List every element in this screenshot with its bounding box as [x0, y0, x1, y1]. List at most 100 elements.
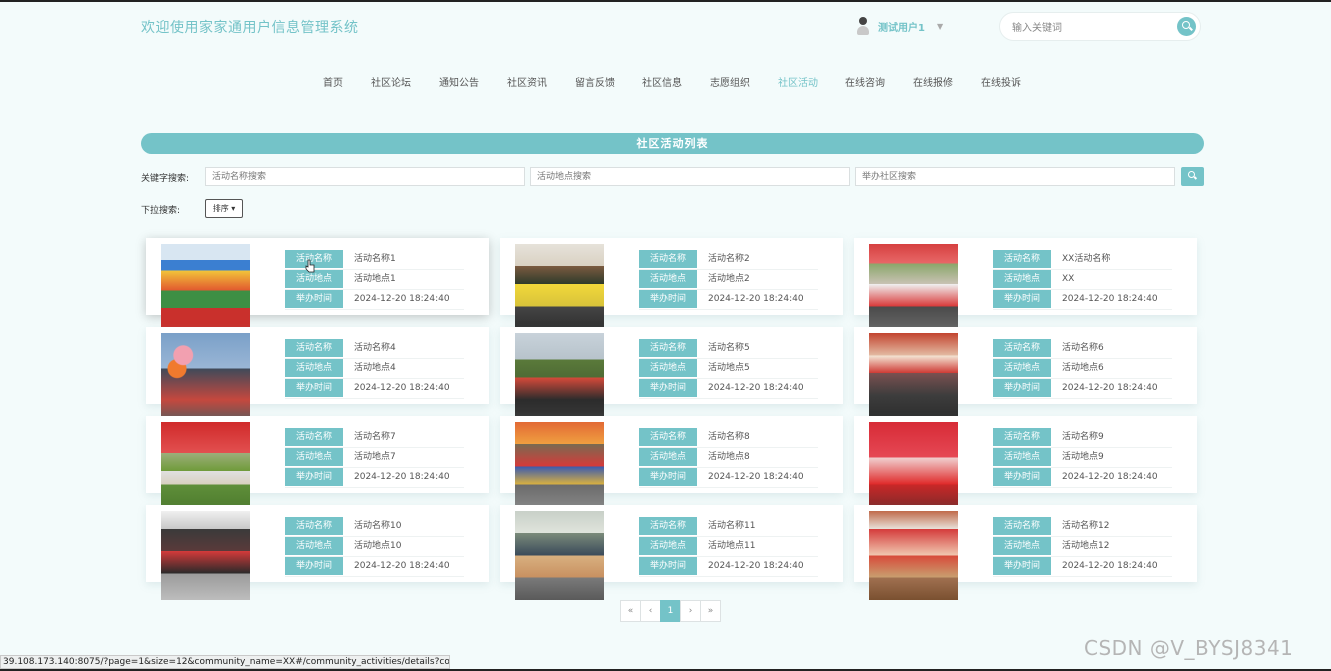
activity-name-row: 活动名称 活动名称10 [285, 517, 464, 537]
nav-item-repair[interactable]: 在线报修 [913, 74, 953, 89]
activity-photo[interactable] [161, 511, 250, 600]
activity-time-row: 举办时间 2024-12-20 18:24:40 [993, 557, 1172, 577]
activity-name-value: 活动名称6 [1062, 343, 1104, 353]
activity-time-row: 举办时间 2024-12-20 18:24:40 [639, 290, 818, 310]
sort-dropdown-label: 排序 [212, 204, 229, 213]
page-next-button[interactable]: › [680, 600, 701, 622]
activity-name-row: 活动名称 活动名称2 [639, 250, 818, 270]
activity-place-value: 活动地点7 [354, 452, 396, 462]
activity-place-label: 活动地点 [639, 448, 697, 466]
activity-place-value: 活动地点5 [708, 363, 750, 373]
top-search-button[interactable] [1177, 17, 1196, 36]
activity-name-search-input[interactable] [205, 167, 525, 186]
activity-time-row: 举办时间 2024-12-20 18:24:40 [639, 557, 818, 577]
activity-time-row: 举办时间 2024-12-20 18:24:40 [639, 468, 818, 488]
activity-time-value: 2024-12-20 18:24:40 [354, 561, 450, 571]
activity-name-label: 活动名称 [639, 428, 697, 446]
page-current-button[interactable]: 1 [660, 600, 681, 622]
activity-time-row: 举办时间 2024-12-20 18:24:40 [993, 379, 1172, 399]
activity-place-value: 活动地点11 [708, 541, 756, 551]
activity-info: 活动名称 XX活动名称 活动地点 XX 举办时间 2024-12-20 18:24:40 [993, 250, 1172, 310]
activity-card[interactable]: 活动名称 活动名称9 活动地点 活动地点9 举办时间 2024-12-20 18:24:4… [854, 416, 1197, 511]
user-avatar-icon [854, 16, 872, 36]
activity-place-label: 活动地点 [639, 537, 697, 555]
activity-photo[interactable] [515, 333, 604, 422]
page-first-button[interactable]: « [620, 600, 641, 622]
activity-photo[interactable] [515, 422, 604, 511]
activity-card[interactable]: 活动名称 活动名称12 活动地点 活动地点12 举办时间 2024-12-20 18:24… [854, 505, 1197, 600]
activity-card[interactable]: 活动名称 活动名称11 活动地点 活动地点11 举办时间 2024-12-20 18:24… [500, 505, 843, 600]
activity-place-search-input[interactable] [530, 167, 850, 186]
activity-place-value: 活动地点1 [354, 274, 396, 284]
activity-name-row: 活动名称 活动名称9 [993, 428, 1172, 448]
activity-card[interactable]: 活动名称 XX活动名称 活动地点 XX 举办时间 2024-12-20 18:24:40 [854, 238, 1197, 333]
nav-item-complaint[interactable]: 在线投诉 [981, 74, 1021, 89]
activity-place-value: 活动地点10 [354, 541, 402, 551]
dropdown-search-label: 下拉搜索: [141, 206, 181, 216]
page-prev-button[interactable]: ‹ [640, 600, 661, 622]
watermark: CSDN @V_BYSJ8341 [1084, 636, 1294, 660]
sort-dropdown[interactable]: 排序 ▾ [205, 199, 243, 218]
activity-name-row: 活动名称 活动名称8 [639, 428, 818, 448]
activity-name-value: 活动名称2 [708, 254, 750, 264]
activity-info: 活动名称 活动名称12 活动地点 活动地点12 举办时间 2024-12-20 18:24… [993, 517, 1172, 577]
search-icon [1182, 21, 1190, 29]
activity-card[interactable]: 活动名称 活动名称1 活动地点 活动地点1 举办时间 2024-12-20 18:24:4… [146, 238, 489, 333]
activity-photo[interactable] [161, 244, 250, 333]
page-last-button[interactable]: » [700, 600, 721, 622]
activity-time-value: 2024-12-20 18:24:40 [708, 294, 804, 304]
nav-item-news[interactable]: 社区资讯 [507, 74, 547, 89]
activity-photo[interactable] [869, 511, 958, 600]
activity-card[interactable]: 活动名称 活动名称5 活动地点 活动地点5 举办时间 2024-12-20 18:24:4… [500, 327, 843, 422]
nav-item-consult[interactable]: 在线咨询 [845, 74, 885, 89]
activity-name-value: 活动名称11 [708, 521, 756, 531]
activity-card[interactable]: 活动名称 活动名称2 活动地点 活动地点2 举办时间 2024-12-20 18:24:4… [500, 238, 843, 333]
activity-photo[interactable] [869, 244, 958, 333]
nav-item-volunteer[interactable]: 志愿组织 [710, 74, 750, 89]
activity-card[interactable]: 活动名称 活动名称7 活动地点 活动地点7 举办时间 2024-12-20 18:24:4… [146, 416, 489, 511]
activity-place-row: 活动地点 活动地点12 [993, 537, 1172, 557]
activity-card[interactable]: 活动名称 活动名称10 活动地点 活动地点10 举办时间 2024-12-20 18:24… [146, 505, 489, 600]
nav-item-notice[interactable]: 通知公告 [439, 74, 479, 89]
section-title: 社区活动列表 [141, 133, 1204, 154]
activity-info: 活动名称 活动名称6 活动地点 活动地点6 举办时间 2024-12-20 18:24:4… [993, 339, 1172, 399]
nav-item-home[interactable]: 首页 [323, 74, 343, 89]
activity-place-row: 活动地点 活动地点10 [285, 537, 464, 557]
hand-cursor-icon [305, 259, 315, 273]
activity-place-label: 活动地点 [639, 270, 697, 288]
activity-time-label: 举办时间 [639, 557, 697, 575]
activity-name-value: 活动名称12 [1062, 521, 1110, 531]
activity-place-row: 活动地点 XX [993, 270, 1172, 290]
activity-photo[interactable] [869, 333, 958, 422]
activity-place-label: 活动地点 [993, 270, 1051, 288]
caret-down-icon: ▾ [231, 204, 236, 213]
activity-time-value: 2024-12-20 18:24:40 [708, 472, 804, 482]
user-menu[interactable]: 测试用户1 ▼ [854, 16, 943, 36]
keyword-search-button[interactable] [1181, 167, 1204, 186]
top-search-input[interactable] [1010, 19, 1164, 37]
nav-item-community-info[interactable]: 社区信息 [642, 74, 682, 89]
activity-time-label: 举办时间 [639, 290, 697, 308]
activity-photo[interactable] [161, 333, 250, 422]
activity-place-value: 活动地点8 [708, 452, 750, 462]
activity-name-label: 活动名称 [639, 517, 697, 535]
activity-photo[interactable] [515, 511, 604, 600]
activity-time-label: 举办时间 [285, 468, 343, 486]
nav-item-feedback[interactable]: 留言反馈 [575, 74, 615, 89]
activity-photo[interactable] [869, 422, 958, 511]
activity-place-label: 活动地点 [993, 537, 1051, 555]
activity-photo[interactable] [515, 244, 604, 333]
main-nav: 首页 社区论坛 通知公告 社区资讯 留言反馈 社区信息 志愿组织 社区活动 在线… [0, 74, 1331, 90]
nav-item-activities[interactable]: 社区活动 [778, 74, 818, 89]
community-search-input[interactable] [855, 167, 1175, 186]
activity-name-value: 活动名称1 [354, 254, 396, 264]
activity-card[interactable]: 活动名称 活动名称4 活动地点 活动地点4 举办时间 2024-12-20 18:24:4… [146, 327, 489, 422]
activity-photo[interactable] [161, 422, 250, 511]
site-title: 欢迎使用家家通用户信息管理系统 [141, 20, 359, 36]
activity-card[interactable]: 活动名称 活动名称6 活动地点 活动地点6 举办时间 2024-12-20 18:24:4… [854, 327, 1197, 422]
activity-card[interactable]: 活动名称 活动名称8 活动地点 活动地点8 举办时间 2024-12-20 18:24:4… [500, 416, 843, 511]
nav-item-forum[interactable]: 社区论坛 [371, 74, 411, 89]
activity-place-value: 活动地点4 [354, 363, 396, 373]
activity-place-row: 活动地点 活动地点7 [285, 448, 464, 468]
activity-name-label: 活动名称 [993, 428, 1051, 446]
